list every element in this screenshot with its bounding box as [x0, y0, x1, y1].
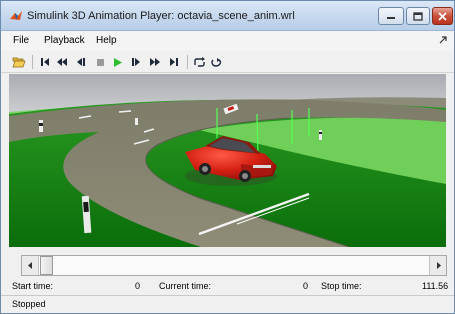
go-to-start-button[interactable] [37, 54, 53, 70]
stop-icon [96, 58, 104, 66]
time-readout: Start time: 0 Current time: 0 Stop time:… [1, 281, 454, 295]
fast-forward-button[interactable] [147, 54, 163, 70]
window-title: Simulink 3D Animation Player: octavia_sc… [27, 10, 295, 22]
playback-toolbar [1, 51, 454, 73]
menu-file[interactable]: File [13, 35, 29, 46]
matlab-logo-icon [10, 11, 22, 20]
road-post [135, 118, 138, 125]
minimize-button[interactable] [378, 7, 404, 25]
time-slider[interactable] [21, 255, 447, 276]
play-button[interactable] [110, 54, 126, 70]
slider-left-arrow[interactable] [22, 256, 39, 275]
menu-playback[interactable]: Playback [44, 35, 85, 46]
road-post [319, 130, 322, 140]
status-text: Stopped [12, 299, 46, 309]
slider-thumb[interactable] [40, 256, 53, 275]
dock-arrow-icon[interactable] [439, 36, 447, 44]
stop-time-value: 111.56 [422, 281, 449, 291]
maximize-button[interactable] [406, 7, 430, 25]
slider-right-arrow[interactable] [429, 256, 446, 275]
start-time-value: 0 [135, 281, 141, 291]
open-folder-icon [12, 57, 26, 68]
current-time-value: 0 [303, 281, 309, 291]
current-time-label: Current time: [159, 281, 212, 291]
repeat-button[interactable] [191, 54, 207, 70]
scene-canvas [9, 74, 446, 247]
stop-time-label: Stop time: [321, 281, 362, 291]
go-to-end-button[interactable] [166, 54, 182, 70]
fast-forward-icon [150, 58, 160, 66]
time-slider-area [1, 247, 454, 283]
start-time-label: Start time: [12, 281, 54, 291]
step-forward-button[interactable] [128, 54, 144, 70]
open-button[interactable] [11, 54, 27, 70]
maximize-icon [413, 11, 423, 21]
go-to-end-icon [170, 58, 178, 66]
rewind-button[interactable] [54, 54, 70, 70]
road-post [39, 120, 43, 132]
title-bar[interactable]: Simulink 3D Animation Player: octavia_sc… [1, 1, 454, 31]
step-back-icon [77, 58, 85, 66]
close-icon [438, 11, 447, 21]
arrow-left-icon [27, 262, 32, 269]
3d-scene-viewport[interactable] [9, 74, 446, 247]
arrow-right-icon [436, 262, 441, 269]
toolbar-separator [187, 55, 188, 69]
step-back-button[interactable] [73, 54, 89, 70]
menu-help[interactable]: Help [96, 35, 117, 46]
close-button[interactable] [432, 7, 453, 25]
play-icon [114, 57, 122, 67]
go-to-start-icon [41, 58, 49, 66]
status-bar: Stopped [1, 295, 454, 313]
stop-button[interactable] [92, 54, 108, 70]
minimize-icon [387, 17, 395, 19]
step-forward-icon [132, 58, 140, 66]
menu-bar: File Playback Help [1, 31, 454, 51]
repeat-icon [193, 56, 205, 67]
rewind-icon [57, 58, 67, 66]
toolbar-separator [32, 55, 33, 69]
loop-button[interactable] [208, 54, 224, 70]
loop-icon [210, 57, 221, 67]
animation-player-window: Simulink 3D Animation Player: octavia_sc… [0, 0, 455, 314]
